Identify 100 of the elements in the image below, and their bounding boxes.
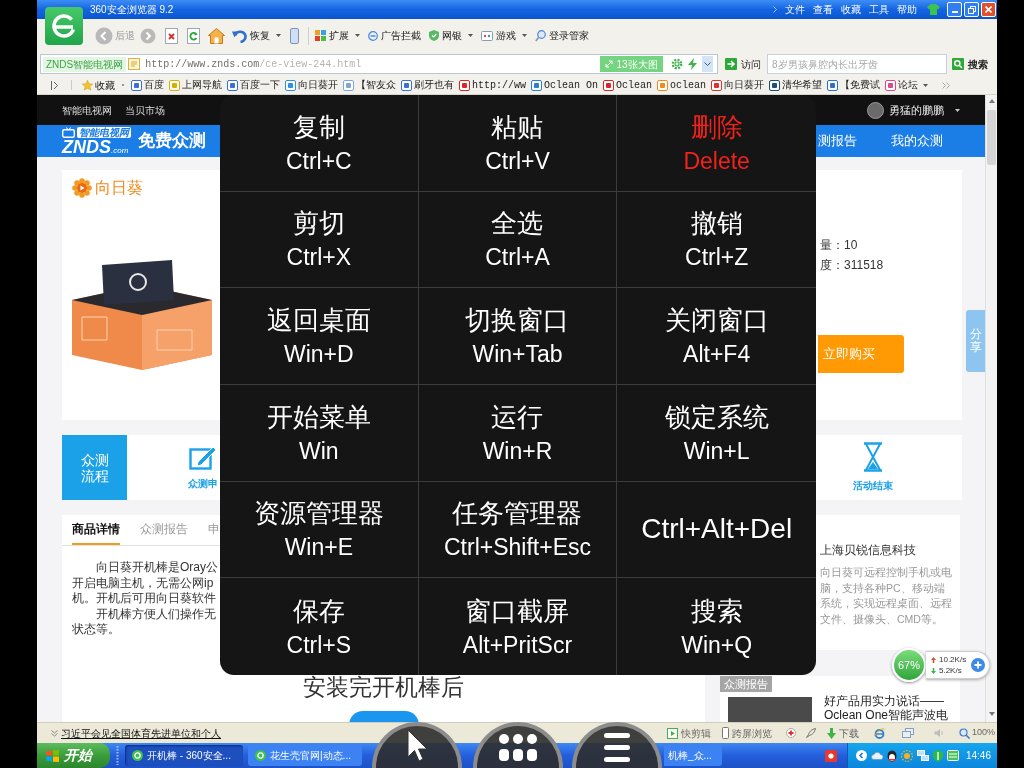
bookmark-item[interactable]: Oclean: [603, 77, 653, 93]
bookmark-item[interactable]: oclean: [657, 77, 707, 93]
bookmark-item[interactable]: Oclean On: [531, 77, 599, 93]
medical-cross-icon[interactable]: [785, 728, 796, 738]
chevron-icon: [773, 6, 777, 13]
site-icon: [285, 79, 296, 91]
stop-icon[interactable]: [165, 27, 178, 44]
status-tool-button[interactable]: 快剪辑: [666, 725, 711, 741]
menu-item[interactable]: 帮助: [897, 3, 917, 16]
nav-link[interactable]: 智能电视网: [62, 102, 112, 118]
search-field[interactable]: 8岁男孩鼻腔内长出牙齿: [767, 54, 947, 74]
toolbar-button[interactable]: 游戏: [481, 28, 527, 43]
shirt-icon[interactable]: [927, 4, 940, 15]
bookmark-item[interactable]: 刷牙也有: [401, 77, 454, 93]
close-button[interactable]: [981, 2, 996, 17]
news-link[interactable]: 习近平会见全国体育先进单位和个人: [61, 725, 221, 741]
bookmark-item[interactable]: 【智友众: [343, 77, 396, 93]
shortcut-button[interactable]: 资源管理器 Win+E: [220, 481, 419, 579]
menu-item[interactable]: 工具: [869, 3, 889, 16]
status-tool-button[interactable]: 跨屏浏览: [721, 725, 772, 741]
shortcut-button[interactable]: 锁定系统 Win+L: [617, 385, 816, 482]
chevron-down-icon: [704, 62, 711, 66]
restore-tab-button[interactable]: 恢复: [232, 28, 281, 43]
taskbar-item[interactable]: 机棒_众...: [664, 745, 722, 766]
logo-tagline: 智能电视网: [77, 127, 131, 138]
toolbar-button[interactable]: 登录管家: [535, 28, 589, 43]
nav-link[interactable]: 当贝市场: [125, 102, 165, 118]
window-icon[interactable]: [901, 728, 914, 738]
star-icon: [82, 79, 93, 91]
app-tile-icon[interactable]: [824, 749, 837, 762]
shortcut-button[interactable]: 撤销 Ctrl+Z: [617, 191, 816, 289]
shortcut-button[interactable]: 剪切 Ctrl+X: [220, 191, 419, 289]
toolbar-button[interactable]: 广告拦截: [368, 28, 421, 43]
shortcut-button[interactable]: 窗口截屏 Alt+PritScr: [418, 578, 618, 675]
shortcut-button[interactable]: 任务管理器 Ctrl+Shift+Esc: [418, 481, 618, 579]
shortcut-button[interactable]: 删除 Delete: [617, 95, 816, 192]
report-title[interactable]: 好产品用实力说话—— Oclean One智能声波电: [824, 694, 949, 722]
bookmark-item[interactable]: 百度一下: [227, 77, 280, 93]
site-icon: [459, 79, 470, 91]
bookmark-item[interactable]: 【免费试: [827, 77, 881, 93]
taskbar-item[interactable]: 开机棒 - 360安全...: [125, 745, 243, 766]
double-chevron-icon[interactable]: [942, 81, 951, 89]
shortcut-button[interactable]: 复制 Ctrl+C: [220, 95, 419, 192]
user-name[interactable]: 勇猛的鹏鹏: [889, 101, 944, 119]
bookmark-item[interactable]: 论坛: [885, 77, 929, 93]
shortcut-button[interactable]: 关闭窗口 Alt+F4: [617, 288, 816, 385]
bookmark-item[interactable]: 上网导航: [169, 77, 222, 93]
refresh-icon[interactable]: [187, 27, 200, 44]
shortcut-button[interactable]: Ctrl+Alt+Del: [617, 481, 816, 579]
shortcut-button[interactable]: 保存 Ctrl+S: [220, 578, 419, 675]
extensions-icon: [315, 30, 326, 41]
bookmark-item[interactable]: 向日葵开: [285, 77, 338, 93]
favorites-button[interactable]: 收藏: [82, 77, 115, 93]
download-button[interactable]: 下载: [826, 725, 859, 741]
lightning-icon[interactable]: [688, 58, 697, 70]
scrollbar-thumb[interactable]: [987, 110, 996, 165]
shield-icon[interactable]: [932, 749, 943, 762]
go-button[interactable]: 访问: [725, 56, 761, 72]
shortcut-button[interactable]: 开始菜单 Win: [220, 385, 419, 482]
bookmark-item[interactable]: 向日葵开: [711, 77, 765, 93]
windows-flag-icon: [46, 749, 59, 762]
app-icon[interactable]: [946, 750, 959, 761]
bookmark-item[interactable]: 百度: [131, 77, 164, 93]
plus-icon[interactable]: [971, 658, 986, 672]
header-nav-link[interactable]: 测报告: [818, 131, 857, 151]
shortcut-button[interactable]: 切换窗口 Win+Tab: [418, 288, 618, 385]
gear-icon[interactable]: [671, 58, 683, 70]
network-icon[interactable]: [916, 750, 929, 761]
restore-button[interactable]: [964, 2, 979, 17]
minimize-button[interactable]: [947, 2, 962, 17]
shortcut-button[interactable]: 运行 Win+R: [418, 385, 618, 482]
shortcut-button[interactable]: 返回桌面 Win+D: [220, 288, 419, 385]
menu-item[interactable]: 文件: [785, 3, 805, 16]
menu-item[interactable]: 查看: [813, 3, 833, 16]
address-field[interactable]: ZNDS智能电视网 http://www.znds.com/ce-view-244.html 13张大图: [40, 54, 718, 74]
toolbar-button[interactable]: 扩展: [315, 28, 360, 43]
shortcut-button[interactable]: 全选 Ctrl+A: [418, 191, 618, 289]
penguin-icon[interactable]: [886, 749, 897, 762]
zoom-button[interactable]: 100%: [958, 726, 995, 740]
logo-domain: .com: [111, 147, 129, 155]
dropdown-button[interactable]: [702, 56, 713, 72]
tab[interactable]: 商品详情: [72, 521, 120, 545]
phone-icon[interactable]: [290, 27, 299, 44]
chevron-left-icon[interactable]: [855, 750, 867, 761]
scrollbar[interactable]: [985, 95, 997, 722]
header-nav-link[interactable]: 我的众测: [891, 131, 943, 151]
site-icon: [531, 79, 542, 91]
home-icon[interactable]: [208, 27, 225, 44]
sidebar-toggle-icon[interactable]: [51, 80, 58, 90]
shortcut-button[interactable]: 粘贴 Ctrl+V: [418, 95, 618, 192]
menu-item[interactable]: 收藏: [841, 3, 861, 16]
search-button[interactable]: 搜索: [952, 56, 988, 72]
bookmark-item[interactable]: 清华希望: [769, 77, 823, 93]
shortcut-button[interactable]: 搜索 Win+Q: [617, 578, 816, 675]
avatar: [867, 101, 884, 119]
feather-icon[interactable]: [805, 728, 816, 738]
taskbar-item[interactable]: 花生壳官网|动态...: [248, 745, 362, 766]
browser-icon[interactable]: [873, 727, 885, 739]
toolbar-button[interactable]: 网银: [429, 28, 473, 43]
bookmark-item[interactable]: http://ww: [459, 77, 526, 93]
